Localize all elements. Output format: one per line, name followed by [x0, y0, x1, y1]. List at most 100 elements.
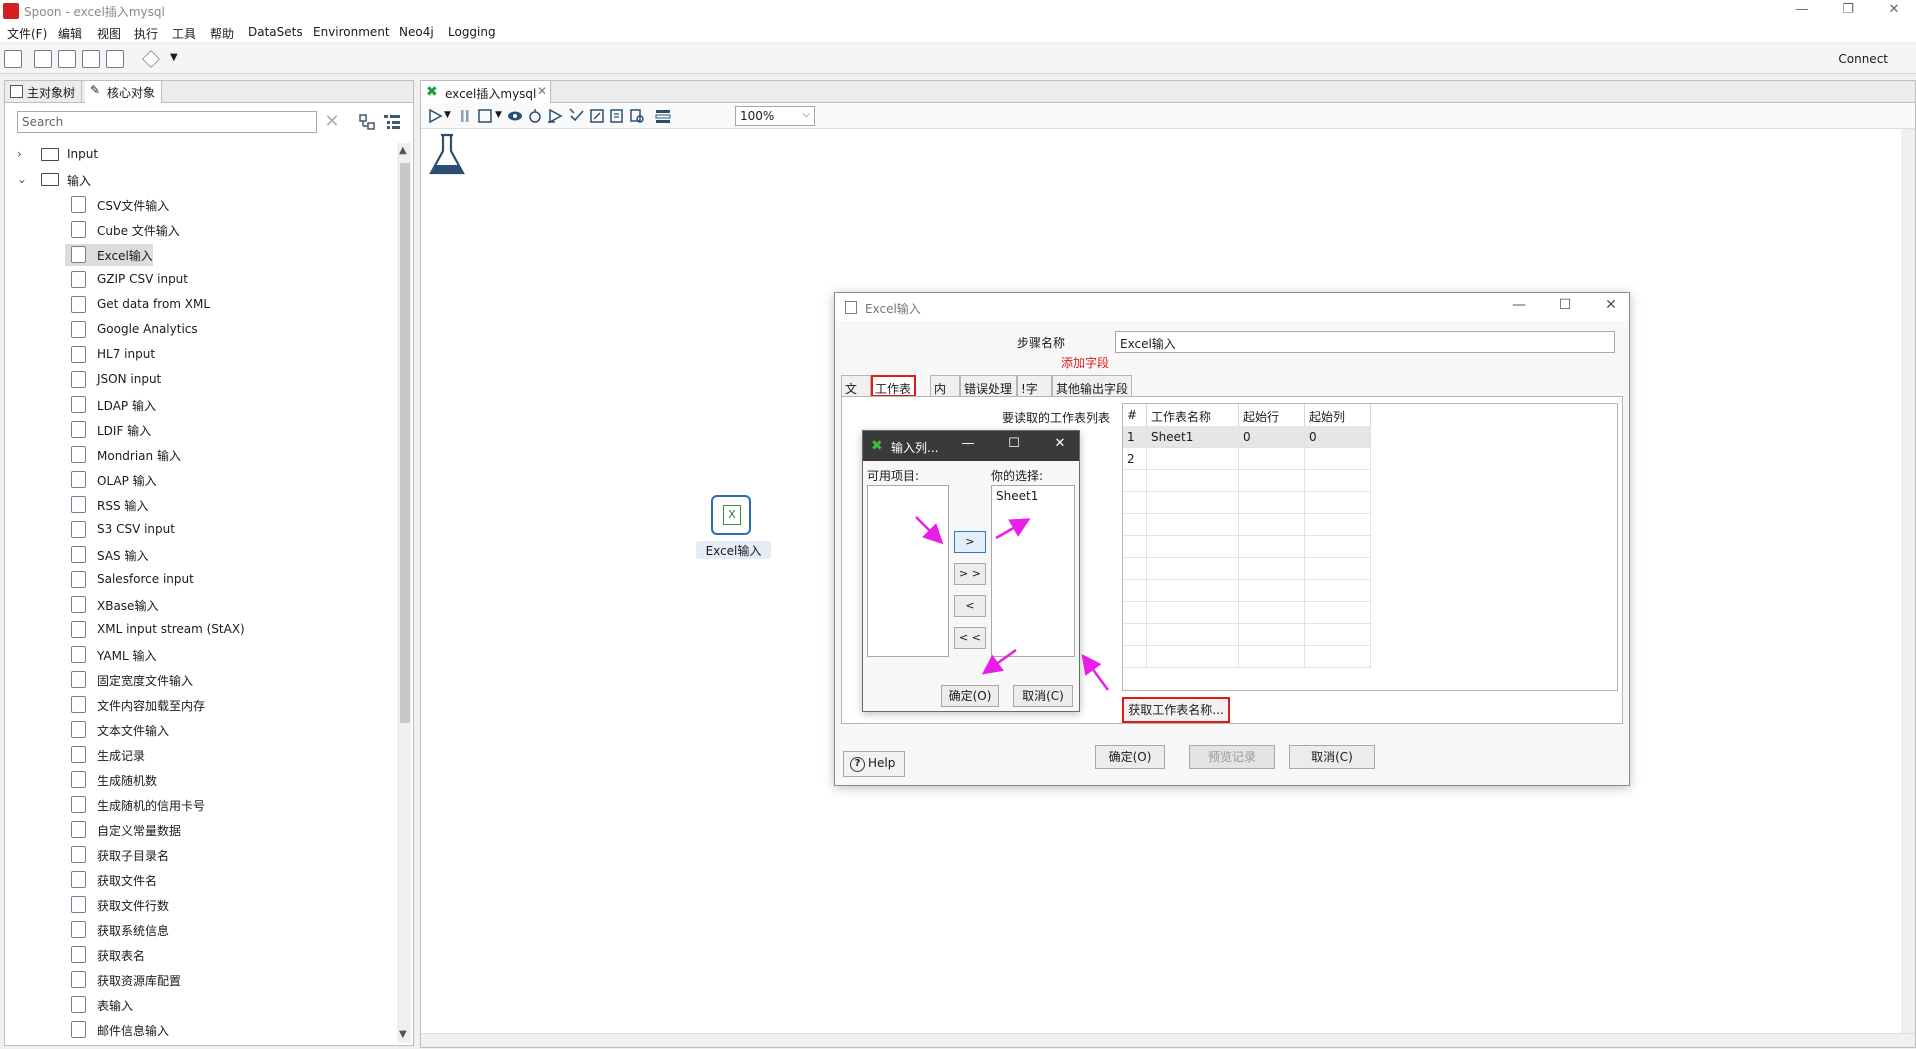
table-cell[interactable]	[1147, 580, 1239, 602]
tree-item[interactable]: CSV文件输入	[5, 193, 397, 217]
table-cell[interactable]	[1239, 492, 1305, 514]
tree-item[interactable]: 自定义常量数据	[5, 818, 397, 842]
table-cell[interactable]	[1239, 602, 1305, 624]
table-cell[interactable]	[1305, 470, 1371, 492]
add-selected-button[interactable]: >	[954, 531, 986, 553]
tree-item[interactable]: 文件内容加载至内存	[5, 693, 397, 717]
table-cell[interactable]	[1147, 514, 1239, 536]
menu-logging[interactable]: Logging	[448, 25, 496, 39]
tree-item[interactable]: Mondrian 输入	[5, 443, 397, 467]
open-file-icon[interactable]	[34, 50, 52, 68]
help-button[interactable]: ? Help	[843, 751, 905, 777]
run-dropdown-icon[interactable]: ▼	[444, 110, 451, 120]
maximize-icon[interactable]: ☐	[1551, 297, 1579, 313]
remove-all-button[interactable]: < <	[954, 627, 986, 649]
zoom-select[interactable]: 100% ⌵	[735, 106, 815, 126]
tab-fields[interactable]: !字段	[1017, 375, 1052, 413]
table-cell[interactable]	[1147, 536, 1239, 558]
step-name-input[interactable]: Excel输入	[1115, 331, 1615, 353]
cancel-button[interactable]: 取消(C)	[1289, 745, 1375, 769]
close-tab-icon[interactable]: ✕	[537, 84, 547, 98]
table-cell[interactable]	[1239, 536, 1305, 558]
tree-item[interactable]: Google Analytics	[5, 318, 397, 342]
table-cell[interactable]	[1123, 580, 1147, 602]
available-items-list[interactable]	[867, 485, 949, 657]
tree-item[interactable]: HL7 input	[5, 343, 397, 367]
tree-item[interactable]: YAML 输入	[5, 643, 397, 667]
table-cell[interactable]	[1305, 514, 1371, 536]
minimize-icon[interactable]: —	[1505, 297, 1533, 313]
tree-item[interactable]: 邮件信息输入	[5, 1018, 397, 1042]
table-cell[interactable]	[1239, 558, 1305, 580]
tree-item[interactable]: JSON input	[5, 368, 397, 392]
table-cell[interactable]	[1305, 536, 1371, 558]
tab-main-tree[interactable]: 主对象树	[5, 81, 83, 103]
table-cell[interactable]	[1123, 646, 1147, 668]
collapse-all-icon[interactable]	[359, 114, 377, 130]
tree-item[interactable]: 获取文件行数	[5, 893, 397, 917]
menu-datasets[interactable]: DataSets	[248, 25, 303, 39]
tree-item[interactable]: 获取文件名	[5, 868, 397, 892]
table-cell[interactable]	[1305, 558, 1371, 580]
search-input[interactable]: Search	[17, 111, 317, 133]
new-file-icon[interactable]	[4, 50, 22, 68]
tree-item[interactable]: Cube 文件输入	[5, 218, 397, 242]
table-cell[interactable]	[1239, 470, 1305, 492]
tab-core-objects[interactable]: ✎ 核心对象	[85, 81, 163, 103]
minimize-icon[interactable]: —	[1790, 2, 1814, 17]
tree-item[interactable]: S3 CSV input	[5, 518, 397, 542]
column-header-start-row[interactable]: 起始行	[1239, 404, 1305, 426]
verify-icon[interactable]	[569, 108, 585, 124]
preview-button[interactable]: 预览记录	[1189, 745, 1275, 769]
table-cell[interactable]	[1147, 470, 1239, 492]
table-cell[interactable]	[1239, 448, 1305, 470]
inner-ok-button[interactable]: 确定(O)	[941, 685, 999, 707]
tree-item[interactable]: Get data from XML	[5, 293, 397, 317]
maximize-icon[interactable]: ☐	[1001, 436, 1027, 451]
run-icon[interactable]	[427, 108, 443, 124]
add-all-button[interactable]: > >	[954, 563, 986, 585]
remove-selected-button[interactable]: <	[954, 595, 986, 617]
tree-item[interactable]: SAS 输入	[5, 543, 397, 567]
tree-item[interactable]: Excel输入	[5, 243, 397, 267]
column-header-index[interactable]: #	[1123, 404, 1147, 426]
table-cell[interactable]	[1123, 514, 1147, 536]
table-cell[interactable]	[1147, 602, 1239, 624]
tree-item[interactable]: XBase输入	[5, 593, 397, 617]
tree-item[interactable]: 获取表名	[5, 943, 397, 967]
table-cell[interactable]	[1305, 448, 1371, 470]
table-cell[interactable]: Sheet1	[1147, 426, 1239, 448]
table-cell[interactable]	[1239, 624, 1305, 646]
tree-item[interactable]: RSS 输入	[5, 493, 397, 517]
editor-vertical-scrollbar[interactable]	[1901, 129, 1915, 1033]
show-results-icon[interactable]	[655, 108, 671, 124]
table-cell[interactable]	[1305, 580, 1371, 602]
save-icon[interactable]	[82, 50, 100, 68]
layers-dropdown-icon[interactable]: ▼	[170, 52, 178, 63]
editor-horizontal-scrollbar[interactable]	[421, 1033, 1915, 1047]
tree-item[interactable]: 生成记录	[5, 743, 397, 767]
close-icon[interactable]: ✕	[1882, 2, 1906, 17]
table-cell[interactable]	[1239, 514, 1305, 536]
explore-repository-icon[interactable]	[58, 50, 76, 68]
tree-item[interactable]: 表输入	[5, 993, 397, 1017]
tab-additional-output-fields[interactable]: 其他输出字段	[1052, 375, 1132, 397]
tree-folder-input-en[interactable]: › Input	[5, 143, 397, 167]
table-cell[interactable]	[1239, 580, 1305, 602]
menu-neo4j[interactable]: Neo4j	[399, 25, 434, 39]
explore-db-icon[interactable]	[629, 108, 645, 124]
save-as-icon[interactable]	[106, 50, 124, 68]
tree-folder-input-cn[interactable]: ⌄ 输入	[5, 168, 397, 192]
tree-item[interactable]: LDIF 输入	[5, 418, 397, 442]
table-cell[interactable]	[1305, 624, 1371, 646]
scroll-up-icon[interactable]: ▲	[399, 145, 407, 156]
table-cell[interactable]	[1305, 602, 1371, 624]
table-cell[interactable]	[1305, 646, 1371, 668]
tree-item[interactable]: 文本文件输入	[5, 718, 397, 742]
clear-search-icon[interactable]: ✕	[321, 111, 343, 133]
tree-item[interactable]: OLAP 输入	[5, 468, 397, 492]
table-cell[interactable]	[1147, 624, 1239, 646]
scroll-down-icon[interactable]: ▼	[399, 1029, 407, 1040]
sql-icon[interactable]	[609, 108, 625, 124]
get-sheet-names-button[interactable]: 获取工作表名称...	[1122, 697, 1230, 723]
